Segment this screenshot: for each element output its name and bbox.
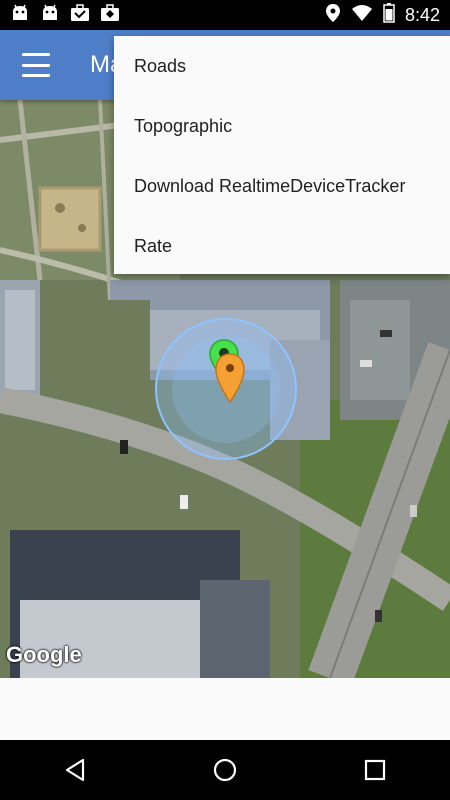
menu-item-topographic[interactable]: Topographic — [114, 96, 450, 156]
recents-icon[interactable] — [355, 750, 395, 790]
back-icon[interactable] — [55, 750, 95, 790]
briefcase-icon — [100, 3, 120, 27]
menu-item-roads[interactable]: Roads — [114, 36, 450, 96]
hamburger-menu-icon[interactable] — [22, 53, 50, 77]
status-time: 8:42 — [404, 4, 440, 25]
status-bar: 8:42 — [0, 0, 450, 30]
android-icon — [40, 4, 60, 27]
android-icon — [10, 4, 30, 27]
menu-item-download-app[interactable]: Download RealtimeDeviceTracker — [114, 156, 450, 216]
google-attribution: Google — [6, 642, 82, 667]
briefcase-icon — [70, 3, 90, 27]
location-pin-icon — [325, 3, 341, 28]
navigation-bar — [0, 740, 450, 800]
wifi-icon — [351, 4, 373, 27]
menu-item-rate[interactable]: Rate — [114, 216, 450, 276]
overflow-menu: Roads Topographic Download RealtimeDevic… — [114, 36, 450, 274]
battery-icon — [383, 2, 395, 28]
home-icon[interactable] — [205, 750, 245, 790]
bottom-panel — [0, 678, 450, 740]
